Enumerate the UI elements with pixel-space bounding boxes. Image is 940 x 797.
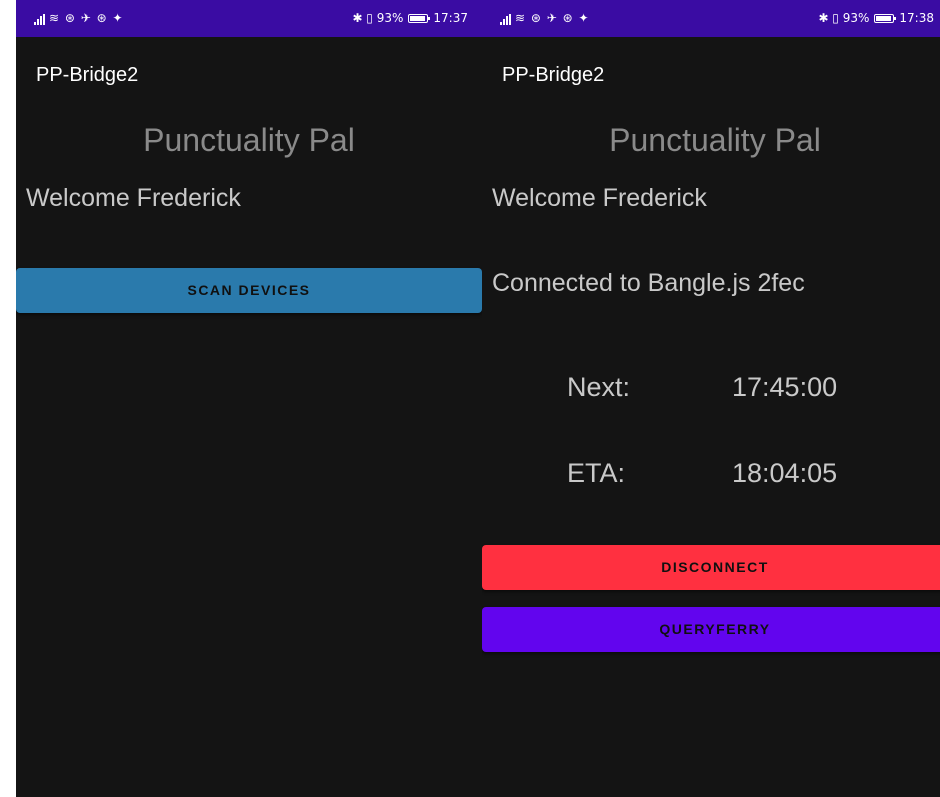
next-time-value: 17:45:00 (732, 372, 838, 402)
status-icons-right: ✱ ▯ 93% 17:38 (818, 11, 934, 25)
battery-fill (410, 15, 426, 21)
eta-time-value: 18:04:05 (732, 458, 838, 488)
battery-icon (874, 13, 897, 23)
status-time: 17:37 (433, 11, 468, 25)
status-icons-left: ≋ ⊛ ✈ ⊛ ✦ (34, 11, 124, 25)
app-title: PP-Bridge2 (502, 64, 605, 86)
status-icons-left: ≋ ⊛ ✈ ⊛ ✦ (500, 11, 590, 25)
signal-icon (34, 14, 45, 25)
status-bar: ≋ ⊛ ✈ ⊛ ✦ ✱ ▯ 93% 17:38 (482, 0, 940, 37)
next-label: Next: (567, 372, 631, 402)
eta-label: ETA: (567, 458, 626, 488)
status-bar: ≋ ⊛ ✈ ⊛ ✦ ✱ ▯ 93% 17:37 (16, 0, 482, 37)
page-heading: Punctuality Pal (609, 122, 821, 158)
battery-icon (408, 13, 431, 23)
status-notification-icons: ≋ ⊛ ✈ ⊛ ✦ (49, 11, 124, 25)
page-heading: Punctuality Pal (143, 122, 355, 158)
screen-connected: ≋ ⊛ ✈ ⊛ ✦ ✱ ▯ 93% 17:38 PP-Bridge2 Punct… (482, 0, 940, 797)
bluetooth-battery-text: ✱ ▯ 93% (818, 11, 870, 25)
status-time: 17:38 (899, 11, 934, 25)
welcome-text: Welcome Frederick (26, 184, 241, 212)
status-notification-icons: ≋ ⊛ ✈ ⊛ ✦ (515, 11, 590, 25)
welcome-text: Welcome Frederick (492, 184, 707, 212)
bluetooth-battery-text: ✱ ▯ 93% (352, 11, 404, 25)
app-title: PP-Bridge2 (36, 64, 139, 86)
battery-fill (876, 15, 892, 21)
disconnect-button[interactable]: DISCONNECT (482, 545, 940, 590)
scan-devices-button[interactable]: SCAN DEVICES (16, 268, 482, 313)
status-icons-right: ✱ ▯ 93% 17:37 (352, 11, 468, 25)
screen-before-connect: ≋ ⊛ ✈ ⊛ ✦ ✱ ▯ 93% 17:37 PP-Bridge2 Punct… (16, 0, 482, 797)
signal-icon (500, 14, 511, 25)
connection-status: Connected to Bangle.js 2fec (492, 269, 805, 297)
query-ferry-button[interactable]: QUERYFERRY (482, 607, 940, 652)
